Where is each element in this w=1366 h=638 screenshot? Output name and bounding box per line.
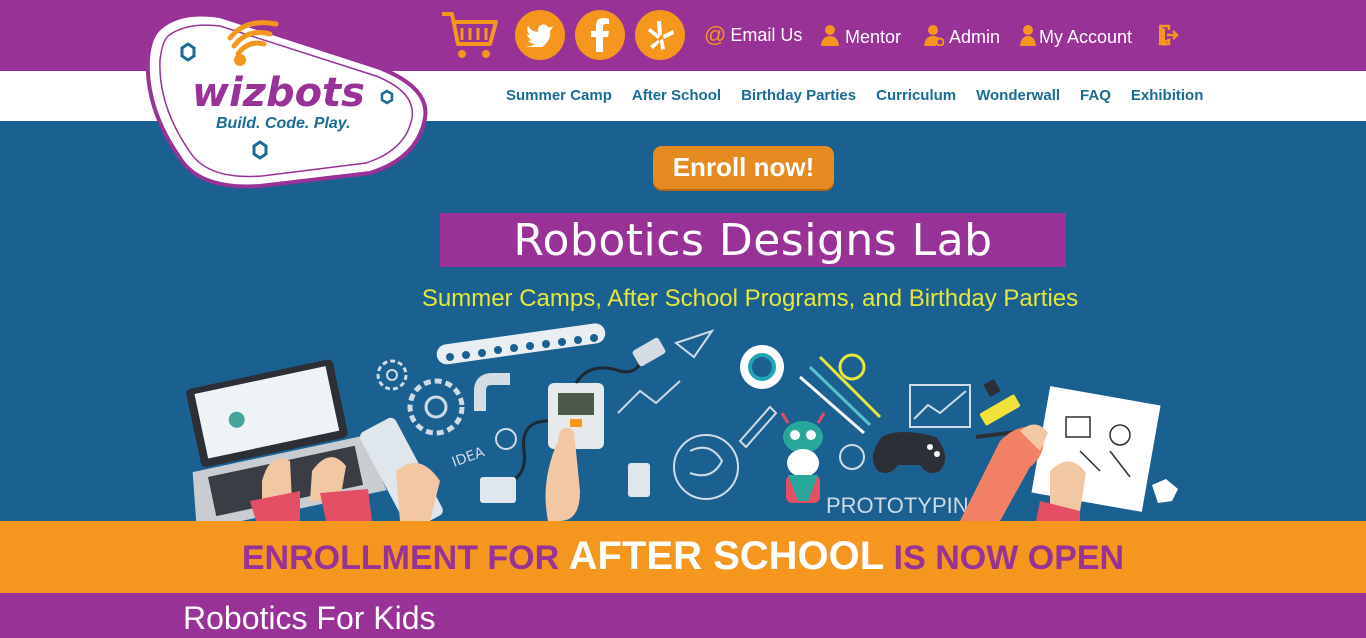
- at-icon: @: [704, 22, 727, 47]
- hero-subtitle-text: Summer Camps, After School Programs, and…: [421, 285, 1079, 312]
- nav-curriculum[interactable]: Curriculum: [876, 87, 956, 104]
- admin-link[interactable]: Admin: [924, 24, 1000, 51]
- banner-text-part3: IS NOW OPEN: [884, 539, 1125, 577]
- email-us-label: Email Us: [730, 24, 803, 45]
- my-account-link[interactable]: My Account: [1020, 24, 1132, 51]
- email-us-link[interactable]: @ Email Us: [704, 24, 802, 46]
- mentor-label: Mentor: [845, 27, 902, 47]
- enrollment-banner-text[interactable]: ENROLLMENT FOR AFTER SCHOOL IS NOW OPEN: [0, 534, 1366, 579]
- admin-label: Admin: [949, 27, 1001, 47]
- logo-wordmark: wizbots: [192, 70, 365, 116]
- mentor-link[interactable]: Mentor: [820, 24, 901, 51]
- prototyping-label: PROTOTYPING: [826, 493, 986, 518]
- nav-birthday-parties[interactable]: Birthday Parties: [741, 87, 856, 104]
- logo-tagline: Build. Code. Play.: [216, 115, 351, 132]
- mentor-icon: [820, 24, 840, 51]
- yelp-icon[interactable]: [635, 10, 685, 60]
- hero-title: Robotics Designs Lab: [440, 213, 1066, 267]
- banner-text-part1: ENROLLMENT FOR: [241, 539, 569, 577]
- admin-icon: [924, 24, 945, 51]
- nav-wonderwall[interactable]: Wonderwall: [976, 87, 1060, 104]
- facebook-icon[interactable]: [575, 10, 625, 60]
- hero-subtitle: Summer Camps, After School Programs, and…: [0, 285, 1366, 313]
- idea-doodle: IDEA: [450, 444, 487, 471]
- nav-exhibition[interactable]: Exhibition: [1131, 87, 1204, 104]
- main-nav: Summer Camp After School Birthday Partie…: [506, 87, 1203, 104]
- logout-icon[interactable]: [1157, 24, 1179, 46]
- my-account-label: My Account: [1039, 27, 1133, 47]
- nav-summer-camp[interactable]: Summer Camp: [506, 87, 612, 104]
- wizbots-logo[interactable]: wizbots Build. Code. Play.: [140, 8, 432, 190]
- cart-icon[interactable]: [440, 8, 498, 62]
- nav-faq[interactable]: FAQ: [1080, 87, 1111, 104]
- twitter-icon[interactable]: [515, 10, 565, 60]
- nav-after-school[interactable]: After School: [632, 87, 721, 104]
- section-title: Robotics For Kids: [183, 600, 436, 636]
- enroll-now-button[interactable]: Enroll now!: [653, 146, 834, 189]
- account-icon: [1020, 24, 1036, 51]
- banner-text-highlight: AFTER SCHOOL: [568, 534, 885, 578]
